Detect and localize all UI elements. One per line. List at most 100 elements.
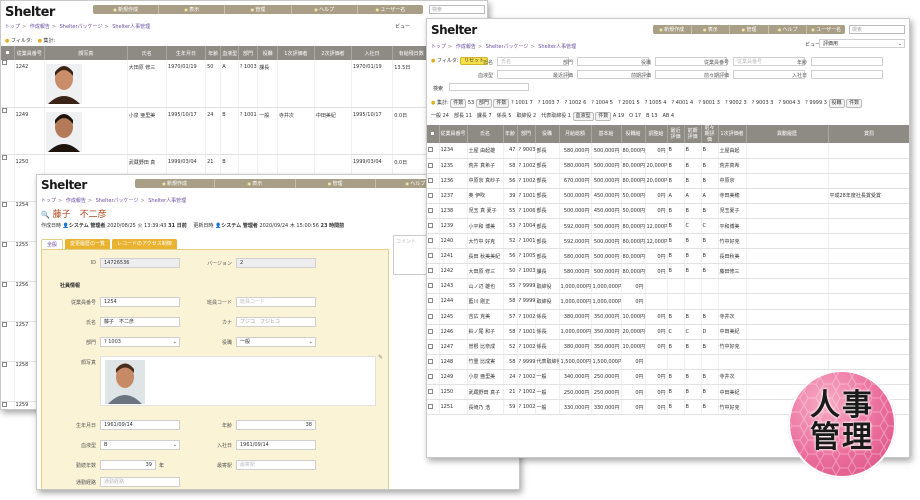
row-checkbox[interactable] <box>428 238 433 244</box>
crumb-top[interactable]: トップ <box>5 24 20 30</box>
menu-view[interactable]: 表示 <box>692 25 731 34</box>
crumb-report[interactable]: 作成報告 <box>66 198 86 204</box>
row-checkbox[interactable] <box>428 268 433 274</box>
crumb-report[interactable]: 作成報告 <box>30 24 50 30</box>
row-checkbox[interactable] <box>428 389 433 395</box>
column-header[interactable]: 年齢 <box>205 46 222 60</box>
table-row[interactable]: 1248竹重 比成実58? 9999代表取締役1,500,000円1,500,0… <box>427 354 909 370</box>
column-header[interactable] <box>1 46 15 60</box>
shift-field[interactable]: 班員コード <box>236 297 316 307</box>
dept-count-button[interactable]: 件数 <box>493 99 510 108</box>
row-checkbox[interactable] <box>428 177 433 183</box>
dept-group-button[interactable]: 部門 <box>475 99 492 108</box>
table-row[interactable]: 1245 吉広 克美 57? 1002 係長 380,000円 350,000円 10,00… <box>427 309 909 325</box>
search-input[interactable]: 検索 <box>849 25 905 34</box>
table-row[interactable]: 1249 小泉 亜里美 1995/10/17 24 B? 1001 一般 寺井次 中田美紀 19… <box>1 107 487 155</box>
row-checkbox[interactable] <box>428 253 433 259</box>
crumb-package[interactable]: Shelterパッケージ <box>486 44 529 50</box>
column-header[interactable]: 年齢 <box>503 125 518 143</box>
table-row[interactable]: 1234 土屋 由起雄 47? 9003 部長 580,000円 500,000円 80,0… <box>427 143 909 159</box>
row-checkbox[interactable] <box>428 313 433 319</box>
column-header[interactable]: 前期評価 <box>684 125 702 143</box>
column-header[interactable] <box>427 125 440 143</box>
column-header[interactable]: 氏名 <box>127 46 167 60</box>
crumb-report[interactable]: 作成報告 <box>456 44 476 50</box>
filter-input-4[interactable] <box>811 57 883 66</box>
menu-manage[interactable]: 管理 <box>730 25 769 34</box>
menu-new[interactable]: 新規作成 <box>93 5 160 14</box>
service-field[interactable]: 39 <box>100 460 156 470</box>
emp-no-field[interactable]: 1254 <box>100 297 180 307</box>
table-row[interactable]: 1238 児玉 真 夏子 55? 1006 部長 500,000円 450,000円 50,… <box>427 203 909 219</box>
menu-view[interactable]: 表示 <box>215 179 296 188</box>
pos-count-button[interactable]: 件数 <box>846 99 863 108</box>
column-header[interactable]: 2次評価者 <box>314 46 352 60</box>
column-header[interactable]: 従業員番号 <box>439 125 468 143</box>
row-checkbox[interactable] <box>428 373 433 379</box>
table-row[interactable]: 1239 小平和 博美 53? 1004 部長 592,000円 500,000円 80,0… <box>427 218 909 235</box>
column-header[interactable]: 1次評価者 <box>718 125 747 143</box>
crumb-top[interactable]: トップ <box>41 198 56 204</box>
column-header[interactable]: 役職給 <box>621 125 646 143</box>
table-row[interactable]: 1240 大竹中 好克 52? 1001 部長 592,000円 500,000円 80,0… <box>427 233 909 250</box>
free-search-field[interactable] <box>449 83 529 91</box>
blood-group-button[interactable]: 血液型 <box>572 112 594 121</box>
search-icon[interactable]: 🔍 <box>41 211 50 219</box>
edit-icon[interactable]: ✎ <box>378 354 383 361</box>
search-input[interactable]: 検索 <box>429 5 485 14</box>
menu-view[interactable]: 表示 <box>159 5 226 14</box>
pos-select[interactable]: 一般 ⌄ <box>236 337 316 347</box>
blood-count-button[interactable]: 件数 <box>595 112 612 121</box>
table-row[interactable]: 1247 曽根 比奈成 52? 1002 係長 380,000円 350,000円 10,0… <box>427 339 909 355</box>
menu-help[interactable]: ヘルプ <box>292 5 358 14</box>
column-header[interactable]: 従業員番号 <box>14 46 46 60</box>
menu-help[interactable]: ヘルプ <box>769 25 808 34</box>
row-checkbox[interactable] <box>2 154 7 160</box>
view-select[interactable]: 評価用 ⌄ <box>819 39 905 48</box>
name-field[interactable]: 藤子 不二彦 <box>100 317 180 327</box>
menu-new[interactable]: 新規作成 <box>653 25 692 34</box>
crumb-package[interactable]: Shelterパッケージ <box>96 198 139 204</box>
station-field[interactable]: 最寄駅 <box>236 460 316 470</box>
column-header[interactable]: 部門 <box>517 125 536 143</box>
table-row[interactable]: 1237 奥 伊吹 39? 1001 部長 500,000円 450,000円 50,000… <box>427 188 909 204</box>
column-header[interactable]: 生年月日 <box>166 46 207 60</box>
column-header[interactable]: 1次評価者 <box>277 46 315 60</box>
join-field[interactable]: 1961/09/14 <box>236 440 316 450</box>
table-row[interactable]: 1242 大田原 修三 50? 1003 課長 580,000円 500,000円 80,0… <box>427 263 909 280</box>
row-checkbox[interactable] <box>428 404 433 410</box>
table-row[interactable]: 1244 藍川 剛正 58? 9999 取締役 1,000,000円 1,000,000円… <box>427 293 909 310</box>
table-row[interactable]: 1236 中原京 真紗子 56? 1002 部長 670,000円 500,000円 80,… <box>427 173 909 189</box>
column-header[interactable]: 顔写真 <box>44 46 128 60</box>
row-checkbox[interactable] <box>428 343 433 349</box>
menu-manage[interactable]: 管理 <box>225 5 292 14</box>
select-all-checkbox[interactable] <box>4 50 10 55</box>
column-header[interactable]: 役職 <box>535 125 560 143</box>
column-header[interactable]: 入社日 <box>351 46 394 60</box>
filter-input-4[interactable] <box>811 70 883 79</box>
kana-field[interactable]: フジコ フジヒコ <box>236 317 316 327</box>
row-checkbox[interactable] <box>428 328 433 334</box>
menu-user[interactable]: ユーザー名 <box>807 25 845 34</box>
menu-user[interactable]: ユーザー名 <box>358 5 423 14</box>
row-checkbox[interactable] <box>428 147 433 153</box>
column-header[interactable]: 調整給 <box>645 125 668 143</box>
row-checkbox[interactable] <box>2 401 7 407</box>
row-checkbox[interactable] <box>428 298 433 304</box>
column-header[interactable]: 月給総額 <box>559 125 592 143</box>
crumb-hr[interactable]: Shelter人事管理 <box>148 198 186 204</box>
table-row[interactable]: 1241 長田 秋美美紀 56? 1005 部長 580,000円 500,000円 80,… <box>427 248 909 265</box>
crumb-top[interactable]: トップ <box>431 44 446 50</box>
row-checkbox[interactable] <box>2 201 7 207</box>
table-row[interactable]: 1243 山ノ辺 雄也 55? 9999 取締役 1,000,000円 1,000,000… <box>427 278 909 295</box>
column-header[interactable]: 異動履歴 <box>746 125 829 143</box>
route-field[interactable]: 通勤経路 <box>100 477 180 487</box>
row-checkbox[interactable] <box>428 283 433 289</box>
pos-group-button[interactable]: 役職 <box>828 99 845 108</box>
select-all-checkbox[interactable] <box>430 131 436 136</box>
row-checkbox[interactable] <box>2 107 7 113</box>
total-count-button[interactable]: 件数 <box>450 99 467 108</box>
age-field[interactable]: 38 <box>236 420 316 430</box>
row-checkbox[interactable] <box>2 241 7 247</box>
column-header[interactable]: 前々期評価 <box>701 125 719 143</box>
